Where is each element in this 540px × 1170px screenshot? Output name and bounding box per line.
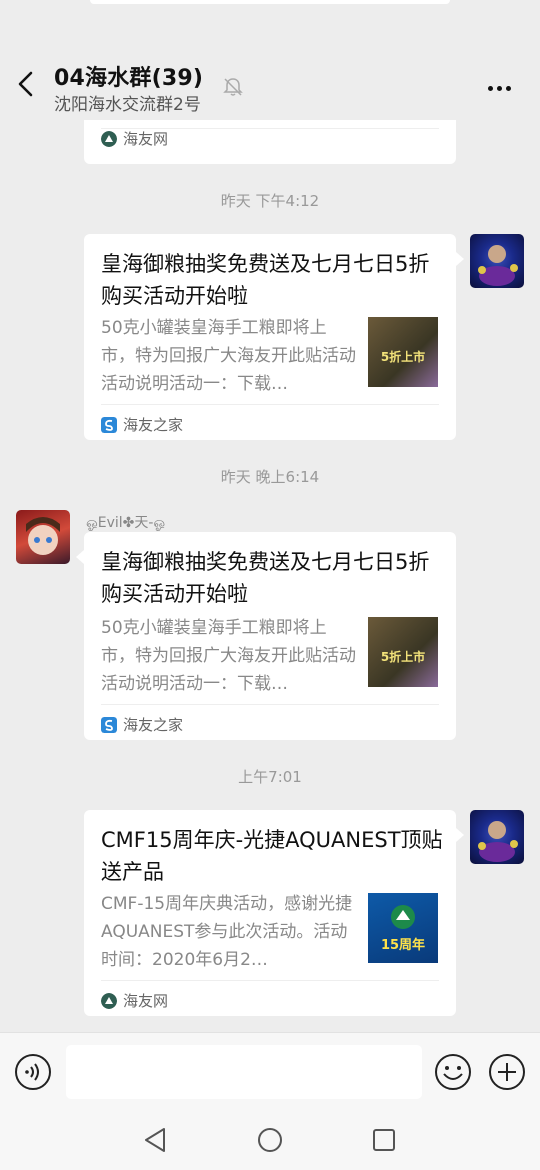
haiyouzhijia-logo-icon (101, 716, 117, 733)
card-source: 海友之家 (101, 714, 183, 735)
sender-name: ஓEvil✤天-ஓ (86, 515, 166, 531)
bubble-tail (456, 828, 464, 842)
card-source: 海友之家 (101, 414, 183, 435)
card-thumbnail: 5折上市 (368, 617, 438, 687)
cmf-logo-icon (391, 904, 415, 929)
emoji-icon[interactable] (434, 1053, 472, 1091)
bubble-tail (456, 252, 464, 266)
card-source: 海友网 (101, 990, 168, 1011)
message-input[interactable] (66, 1045, 422, 1099)
chat-subtitle: 沈阳海水交流群2号 (54, 95, 201, 115)
haiyouwang-logo-icon (101, 130, 117, 147)
link-card[interactable]: CMF15周年庆-光捷AQUANEST顶贴送产品 CMF-15周年庆典活动，感谢… (84, 810, 456, 1016)
avatar-image-icon (478, 821, 518, 862)
system-navigation-bar (0, 1112, 540, 1170)
haiyouwang-logo-icon (101, 992, 117, 1009)
back-arrow-icon[interactable] (14, 70, 38, 98)
more-options-button[interactable] (488, 84, 515, 91)
card-description: 50克小罐装皇海手工粮即将上市，特为回报广大海友开此贴活动活动说明活动一：下载… (101, 318, 356, 394)
previous-bubble-edge (90, 0, 450, 4)
input-bar (0, 1032, 540, 1112)
card-description: 50克小罐装皇海手工粮即将上市，特为回报广大海友开此贴活动活动说明活动一：下载… (101, 618, 356, 694)
nav-home-icon[interactable] (256, 1126, 284, 1154)
sender-avatar[interactable] (16, 510, 70, 564)
card-divider (101, 980, 439, 981)
thumbnail-text: 5折上市 (380, 350, 426, 364)
plus-more-icon[interactable] (488, 1053, 526, 1091)
card-source-label: 海友之家 (123, 416, 184, 434)
mute-bell-icon (223, 78, 243, 96)
voice-input-icon[interactable] (14, 1053, 52, 1091)
card-title: 皇海御粮抽奖免费送及七月七日5折购买活动开始啦 (101, 252, 430, 308)
chat-title[interactable]: 04海水群(39) (54, 60, 203, 92)
avatar-image-icon (26, 517, 60, 555)
card-divider (101, 404, 439, 405)
thumbnail-text: 5折上市 (380, 650, 426, 664)
card-source-label: 海友网 (123, 130, 169, 148)
link-card[interactable]: 皇海御粮抽奖免费送及七月七日5折购买活动开始啦 50克小罐装皇海手工粮即将上市，… (84, 532, 456, 740)
avatar-image-icon (478, 245, 518, 286)
timestamp: 昨天 晚上6:14 (220, 468, 320, 486)
bubble-tail (76, 550, 84, 564)
nav-back-icon[interactable] (142, 1126, 168, 1154)
timestamp: 上午7:01 (238, 768, 302, 786)
link-card[interactable]: 皇海御粮抽奖免费送及七月七日5折购买活动开始啦 50克小罐装皇海手工粮即将上市，… (84, 234, 456, 440)
card-source-label: 海友之家 (123, 716, 184, 734)
card-divider (101, 704, 439, 705)
my-avatar[interactable] (470, 234, 524, 288)
haiyouzhijia-logo-icon (101, 416, 117, 433)
card-thumbnail: 5折上市 (368, 317, 438, 387)
card-thumbnail: 15周年 (368, 893, 438, 963)
chat-message-list[interactable]: 海友网 昨天 下午4:12 皇海御粮抽奖免费送及七月七日5折购买活动开始啦 50… (0, 120, 540, 1032)
card-title: CMF15周年庆-光捷AQUANEST顶贴送产品 (101, 828, 443, 884)
nav-recent-apps-icon[interactable] (372, 1128, 396, 1152)
thumbnail-text: 15周年 (380, 937, 426, 953)
previous-link-card[interactable]: 海友网 (84, 120, 456, 164)
card-description: CMF-15周年庆典活动，感谢光捷AQUANEST参与此次活动。活动时间：202… (101, 894, 353, 970)
card-source: 海友网 (101, 128, 168, 149)
card-source-label: 海友网 (123, 992, 169, 1010)
timestamp: 昨天 下午4:12 (220, 192, 320, 210)
chat-header: 04海水群(39) 沈阳海水交流群2号 (0, 40, 540, 120)
my-avatar[interactable] (470, 810, 524, 864)
status-bar (0, 0, 540, 40)
card-title: 皇海御粮抽奖免费送及七月七日5折购买活动开始啦 (101, 550, 430, 606)
